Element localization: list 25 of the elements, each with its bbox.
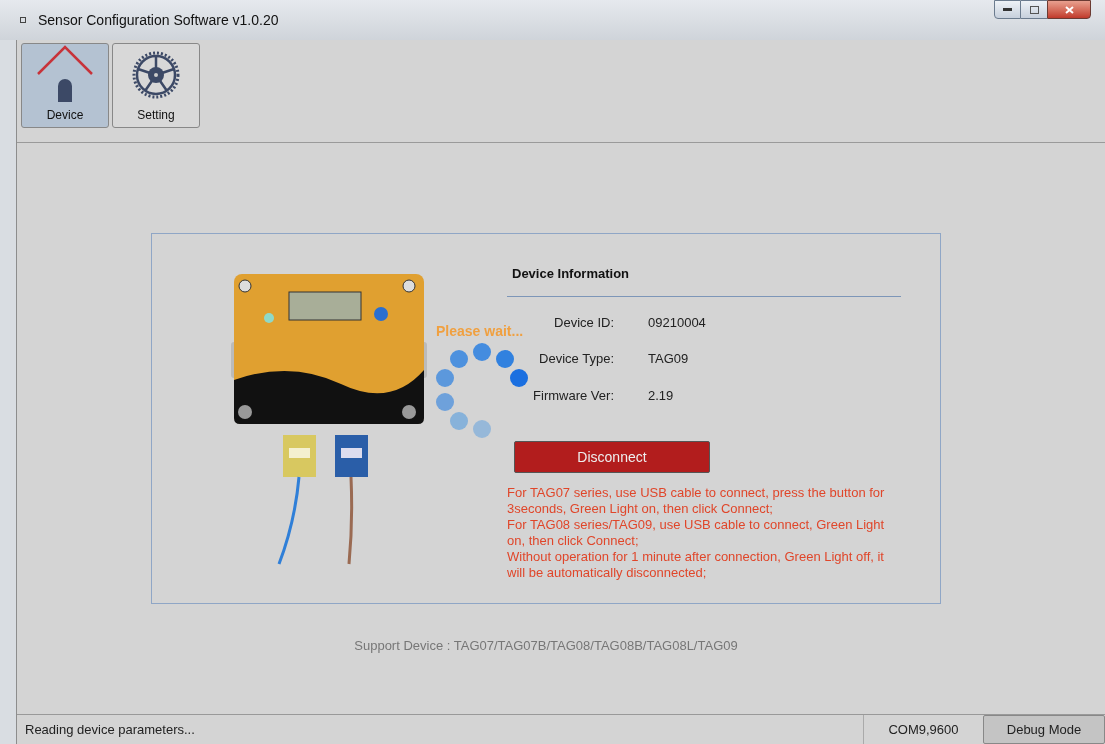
- minimize-icon: [1003, 8, 1012, 11]
- instruction-text: For TAG07 series, use USB cable to connect, press the button for 3seconds, Green Light on, then click Connect;: [507, 485, 886, 517]
- window-icon: [20, 17, 26, 23]
- field-label: Firmware Ver:: [532, 386, 614, 405]
- toolbar-tab[interactable]: Device: [21, 43, 109, 128]
- close-button[interactable]: [1047, 0, 1091, 19]
- home-icon: [35, 44, 95, 102]
- minimize-button[interactable]: [994, 0, 1021, 19]
- supported-devices-text: Support Device : TAG07/TAG07B/TAG08/TAG08B/TAG08L/TAG09: [354, 637, 738, 655]
- debug-mode-button[interactable]: Debug Mode: [983, 715, 1105, 744]
- field-value: TAG09: [648, 350, 689, 368]
- disconnect-button[interactable]: Disconnect: [514, 441, 710, 473]
- maximize-icon: [1029, 5, 1039, 14]
- instruction-text: Without operation for 1 minute after connection, Green Light off, it will be automatically disconnected;: [507, 549, 885, 581]
- section-heading: Device Information: [511, 265, 631, 283]
- toolbar-tab[interactable]: Setting: [112, 43, 200, 128]
- window-title: Sensor Configuration Software v1.0.20: [38, 10, 279, 30]
- status-message: Reading device parameters...: [24, 720, 196, 739]
- field-label: Device Type:: [538, 350, 614, 368]
- maximize-button[interactable]: [1021, 0, 1047, 19]
- instruction-text: For TAG08 series/TAG09, use USB cable to connect, Green Light on, then click Connect;: [507, 517, 886, 549]
- field-value: 09210004: [648, 313, 706, 332]
- loading-text: Please wait...: [436, 322, 524, 341]
- field-value: 2.19: [648, 386, 674, 405]
- close-icon: [1064, 5, 1074, 14]
